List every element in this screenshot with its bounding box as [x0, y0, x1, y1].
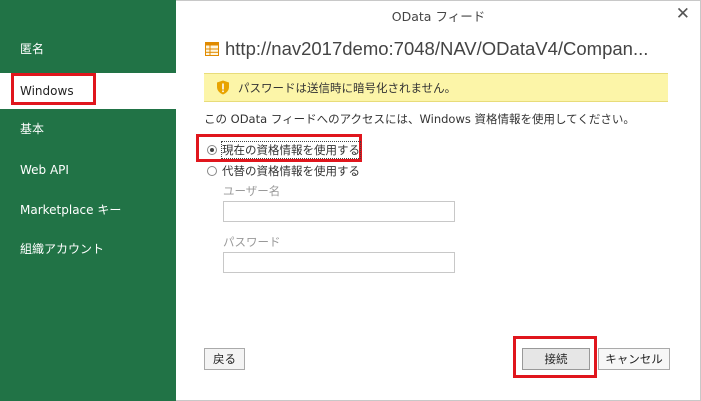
sidebar-item-label: Web API	[20, 163, 69, 177]
radio-alternate-credentials[interactable]: 代替の資格情報を使用する	[207, 163, 360, 179]
shield-warning-icon	[217, 80, 229, 95]
connect-button[interactable]: 接続	[522, 348, 590, 370]
sidebar-item-label: 基本	[20, 122, 45, 136]
sidebar-item-windows[interactable]: Windows	[0, 73, 176, 109]
auth-method-sidebar: 匿名 Windows 基本 Web API Marketplace キー 組織ア…	[0, 0, 176, 401]
sidebar-item-label: 組織アカウント	[20, 242, 105, 256]
description-text: この OData フィードへのアクセスには、Windows 資格情報を使用してく…	[204, 112, 635, 126]
close-icon[interactable]: ✕	[676, 4, 690, 24]
warning-text: パスワードは送信時に暗号化されません。	[238, 80, 457, 95]
radio-label: 代替の資格情報を使用する	[222, 164, 360, 178]
warning-banner: パスワードは送信時に暗号化されません。	[204, 73, 668, 102]
cancel-button[interactable]: キャンセル	[598, 348, 670, 370]
table-icon	[205, 42, 219, 56]
feed-url: http://nav2017demo:7048/NAV/ODataV4/Comp…	[225, 38, 649, 59]
dialog-title: OData フィード	[391, 9, 486, 24]
highlight-box	[11, 73, 96, 105]
sidebar-item-label: Marketplace キー	[20, 203, 122, 217]
username-label: ユーザー名	[223, 184, 281, 198]
sidebar-item-label: 匿名	[20, 42, 45, 56]
back-button[interactable]: 戻る	[204, 348, 245, 370]
odata-feed-dialog: OData フィード ✕ http://nav2017demo:7048/NAV…	[176, 0, 701, 401]
sidebar-item-web-api[interactable]: Web API	[0, 152, 176, 188]
sidebar-item-marketplace-key[interactable]: Marketplace キー	[0, 192, 176, 228]
radio-button[interactable]	[207, 145, 217, 155]
sidebar-item-organizational-account[interactable]: 組織アカウント	[0, 231, 176, 267]
username-field[interactable]	[223, 201, 455, 222]
url-row: http://nav2017demo:7048/NAV/ODataV4/Comp…	[205, 37, 648, 61]
radio-label: 現在の資格情報を使用する	[221, 141, 361, 159]
radio-button[interactable]	[207, 166, 217, 176]
password-field[interactable]	[223, 252, 455, 273]
radio-current-credentials[interactable]: 現在の資格情報を使用する	[207, 141, 361, 159]
sidebar-item-basic[interactable]: 基本	[0, 111, 176, 147]
password-label: パスワード	[223, 235, 281, 249]
sidebar-item-anonymous[interactable]: 匿名	[0, 31, 176, 67]
